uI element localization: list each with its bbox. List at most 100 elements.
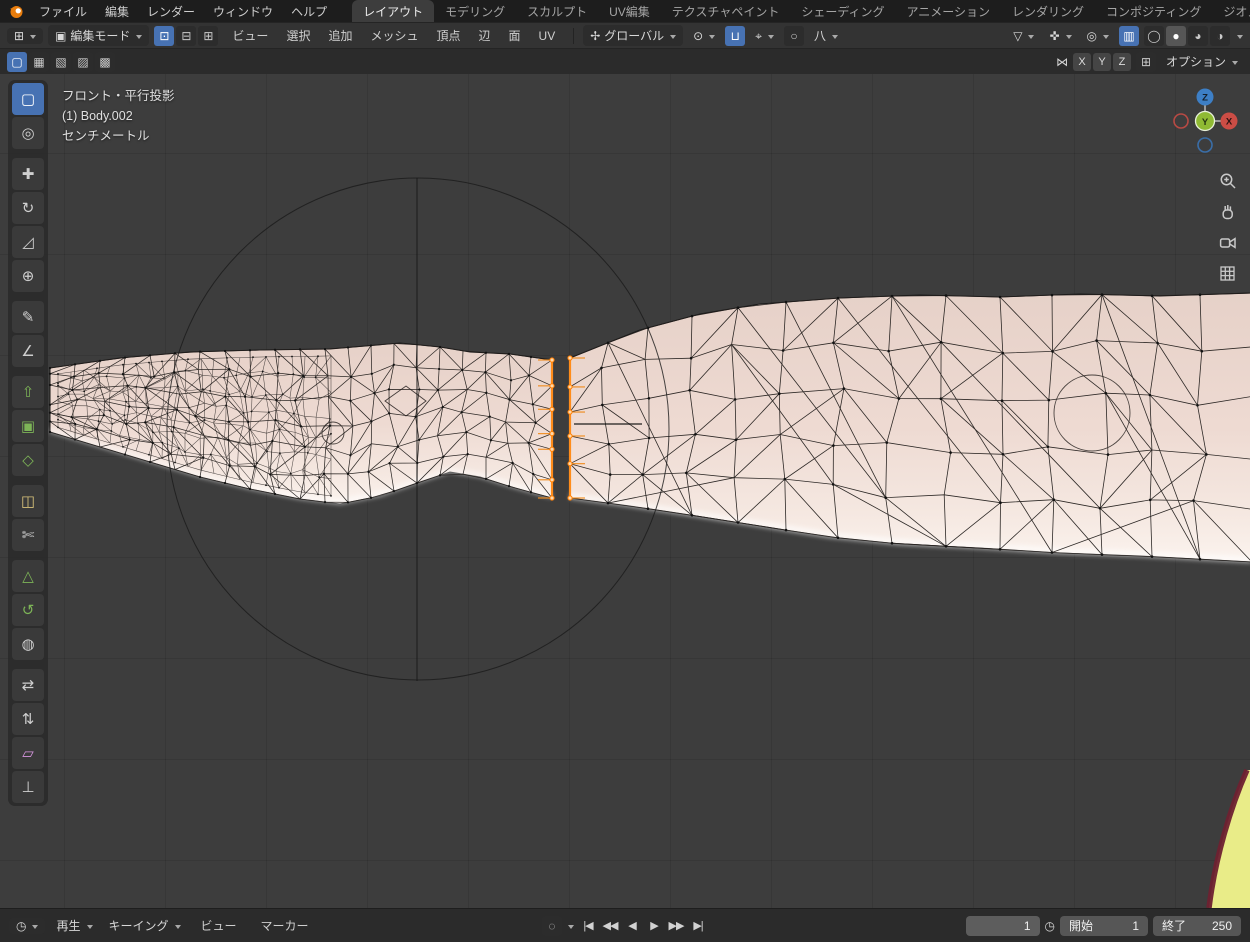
timeline-marker-menu[interactable]: マーカー — [252, 917, 318, 934]
workspace-tab[interactable]: テクスチャペイント — [661, 0, 791, 22]
shading-material-preview[interactable]: ◕ — [1188, 26, 1208, 46]
workspace-tab[interactable]: シェーディング — [790, 0, 895, 22]
workspace-tab[interactable]: ジオメトリノード — [1212, 0, 1250, 22]
viewport-menu-item[interactable]: 面 — [500, 27, 530, 44]
pan-hand-icon[interactable] — [1217, 201, 1239, 223]
workspace-tab[interactable]: アニメーション — [896, 0, 1002, 22]
mirror-y-button[interactable]: Y — [1093, 53, 1111, 71]
viewport-menu-item[interactable]: 頂点 — [427, 27, 469, 44]
timeline-view-menu[interactable]: ビュー — [192, 917, 246, 934]
tool-cursor[interactable]: ◎ — [12, 117, 44, 149]
playback-play-reverse[interactable]: ◀ — [622, 916, 642, 936]
camera-view-icon[interactable] — [1217, 232, 1239, 254]
select-option-2[interactable]: ▧ — [51, 52, 71, 72]
shading-dropdown-icon[interactable] — [1237, 35, 1243, 39]
viewport-menu-item[interactable]: 選択 — [277, 27, 319, 44]
tool-smooth[interactable]: ◍ — [12, 628, 44, 660]
select-option-4[interactable]: ▩ — [95, 52, 115, 72]
top-menu-item[interactable]: ファイル — [30, 0, 96, 22]
workspace-tab[interactable]: スカルプト — [516, 0, 598, 22]
shading-wireframe[interactable]: ◯ — [1144, 26, 1164, 46]
orientation-dropdown[interactable]: ✢ グローバル — [583, 25, 683, 46]
auto-keying-toggle[interactable]: ◌ — [542, 916, 562, 936]
tool-measure[interactable]: ∠ — [12, 335, 44, 367]
tool-inset-faces[interactable]: ▣ — [12, 410, 44, 442]
xray-toggle[interactable]: ▥ — [1119, 26, 1139, 46]
playback-prev-keyframe[interactable]: ◀◀ — [600, 916, 620, 936]
select-option-3[interactable]: ▨ — [73, 52, 93, 72]
frame-end-field[interactable]: 終了 250 — [1153, 916, 1241, 936]
shading-solid[interactable]: ● — [1166, 26, 1186, 46]
tool-loop-cut[interactable]: ◫ — [12, 485, 44, 517]
axis-x-positive[interactable]: X — [1221, 113, 1238, 130]
select-mode-edge[interactable]: ⊟ — [176, 26, 196, 46]
current-frame-field[interactable]: 1 — [966, 916, 1040, 936]
top-menu-item[interactable]: ウィンドウ — [204, 0, 282, 22]
tool-edge-slide[interactable]: ⇄ — [12, 669, 44, 701]
proportional-editing-toggle[interactable]: ○ — [784, 26, 804, 46]
options-dropdown[interactable]: オプション — [1161, 51, 1243, 72]
workspace-tab[interactable]: レイアウト — [352, 0, 434, 22]
top-menu-item[interactable]: レンダー — [138, 0, 204, 22]
viewport-3d[interactable]: フロント・平行投影 (1) Body.002 センチメートル ▢◎✚↻◿⊕✎∠⇧… — [0, 74, 1250, 908]
keying-menu[interactable]: キーイング — [104, 915, 186, 936]
playback-play-forward[interactable]: ▶ — [644, 916, 664, 936]
tool-scale[interactable]: ◿ — [12, 226, 44, 258]
viewport-menu-item[interactable]: UV — [530, 27, 565, 44]
viewport-menu-item[interactable]: メッシュ — [361, 27, 427, 44]
snap-individual-toggle[interactable]: ⊞ — [1136, 52, 1156, 72]
workspace-tab[interactable]: コンポジティング — [1095, 0, 1212, 22]
select-option-0[interactable]: ▢ — [7, 52, 27, 72]
visibility-filter-dropdown[interactable]: ▽ — [1008, 28, 1039, 44]
snap-toggle[interactable]: ⊔ — [725, 26, 745, 46]
axis-y-positive[interactable]: Y — [1196, 112, 1215, 131]
frame-start-field[interactable]: 開始 1 — [1060, 916, 1148, 936]
select-mode-face[interactable]: ⊞ — [198, 26, 218, 46]
tool-transform[interactable]: ⊕ — [12, 260, 44, 292]
tool-rip-region[interactable]: ⊥ — [12, 771, 44, 803]
workspace-tab[interactable]: モデリング — [434, 0, 516, 22]
tool-bevel[interactable]: ◇ — [12, 444, 44, 476]
zoom-icon[interactable] — [1217, 170, 1239, 192]
pivot-point-dropdown[interactable]: ⊙ — [688, 28, 720, 44]
navigation-gizmo[interactable]: Z X Y — [1166, 82, 1244, 160]
tool-shear[interactable]: ▱ — [12, 737, 44, 769]
tool-spin[interactable]: ↺ — [12, 594, 44, 626]
tool-move[interactable]: ✚ — [12, 158, 44, 190]
mesh-canvas[interactable] — [0, 74, 1250, 908]
select-option-1[interactable]: ▦ — [29, 52, 49, 72]
tool-select-box[interactable]: ▢ — [12, 83, 44, 115]
blender-logo-icon[interactable] — [0, 0, 30, 22]
workspace-tab[interactable]: UV編集 — [598, 0, 661, 22]
overlays-dropdown[interactable]: ◎ — [1082, 28, 1114, 44]
tool-extrude-region[interactable]: ⇧ — [12, 376, 44, 408]
playback-jump-to-start[interactable]: |◀ — [578, 916, 598, 936]
mirror-x-button[interactable]: X — [1073, 53, 1091, 71]
snap-settings-dropdown[interactable]: ⌖ — [750, 28, 779, 44]
tool-poly-build[interactable]: △ — [12, 560, 44, 592]
workspace-tab[interactable]: レンダリング — [1001, 0, 1095, 22]
viewport-menu-item[interactable]: 辺 — [470, 27, 500, 44]
playback-jump-to-end[interactable]: ▶| — [688, 916, 708, 936]
tool-annotate[interactable]: ✎ — [12, 301, 44, 333]
top-menu-item[interactable]: ヘルプ — [282, 0, 336, 22]
tool-knife[interactable]: ✄ — [12, 519, 44, 551]
mirror-z-button[interactable]: Z — [1113, 53, 1131, 71]
falloff-dropdown[interactable]: 八 — [809, 28, 843, 44]
shading-rendered[interactable]: ◑ — [1210, 26, 1230, 46]
timeline-editor-type-button[interactable]: ◷ — [9, 918, 45, 934]
editor-type-button[interactable]: ⊞ — [7, 28, 43, 44]
top-menu-item[interactable]: 編集 — [96, 0, 138, 22]
tool-shrink-fatten[interactable]: ⇅ — [12, 703, 44, 735]
perspective-grid-icon[interactable] — [1217, 263, 1239, 285]
tool-rotate[interactable]: ↻ — [12, 192, 44, 224]
playback-menu[interactable]: 再生 — [51, 915, 97, 936]
select-mode-vertex[interactable]: ⊡ — [154, 26, 174, 46]
playback-next-keyframe[interactable]: ▶▶ — [666, 916, 686, 936]
mode-dropdown[interactable]: ▣ 編集モード — [48, 25, 149, 46]
axis-z-negative[interactable] — [1198, 138, 1212, 152]
axis-z-positive[interactable]: Z — [1197, 89, 1214, 106]
viewport-menu-item[interactable]: ビュー — [223, 27, 277, 44]
viewport-menu-item[interactable]: 追加 — [319, 27, 361, 44]
axis-x-negative[interactable] — [1174, 114, 1188, 128]
